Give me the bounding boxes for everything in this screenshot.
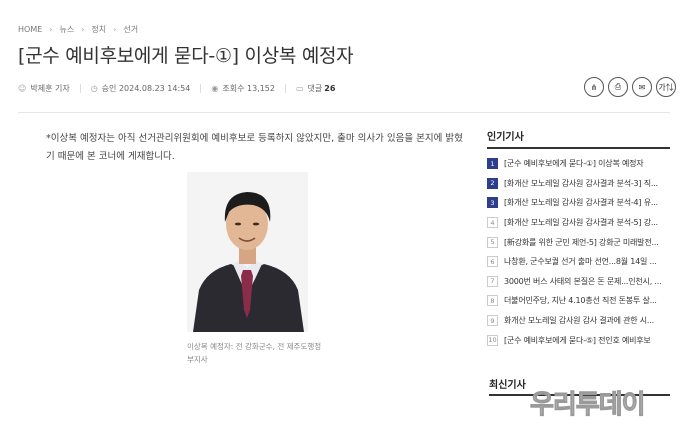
list-item[interactable]: 10 [군수 예비후보에게 묻다-⑤] 전인호 예비후보 (487, 330, 670, 350)
clock-icon: ◷ (90, 84, 98, 93)
rank-badge: 3 (487, 197, 498, 209)
chevron-right-icon: › (49, 25, 53, 34)
article-link[interactable]: [화개산 모노레일 감사원 감사결과 분석-4] 유... (504, 197, 669, 208)
comment-icon: ▭ (295, 84, 304, 93)
article-link[interactable]: 더불어민주당, 지난 4.10총선 직전 돈봉투 살... (504, 295, 669, 306)
list-item[interactable]: 8 더불어민주당, 지난 4.10총선 직전 돈봉투 살... (487, 291, 670, 311)
eye-icon: ◉ (211, 84, 219, 93)
list-item[interactable]: 7 3000번 버스 사태의 본질은 돈 문제...인천시, ... (487, 272, 670, 292)
user-icon: ☺ (18, 84, 27, 93)
list-item[interactable]: 5 [新강화를 위한 군민 제언-5] 강화군 미래발전... (487, 232, 670, 252)
approved-time: 2024.08.23 14:54 (118, 84, 191, 93)
reporter-info: ☺ 박제훈 기자 (18, 83, 70, 94)
candidate-photo (187, 172, 308, 332)
email-button[interactable]: ✉ (632, 77, 652, 97)
list-item[interactable]: 1 [군수 예비후보에게 묻다-①] 이상복 예정자 (487, 154, 670, 174)
print-button[interactable]: ⎙ (608, 77, 628, 97)
views-label: 조회수 (222, 84, 245, 93)
views-info: ◉ 조회수 13,152 (211, 83, 275, 94)
breadcrumb-home[interactable]: HOME (18, 25, 42, 34)
list-item[interactable]: 4 [화개산 모노레일 감사원 감사결과 분석-5] 강... (487, 213, 670, 233)
breadcrumb: HOME › 뉴스 › 정치 › 선거 (18, 24, 138, 35)
rank-badge: 1 (487, 158, 498, 170)
chevron-right-icon: › (113, 25, 117, 34)
photo-caption: 이상복 예정자: 전 강화군수, 전 제주도행정부지사 (187, 342, 322, 364)
rank-badge: 7 (487, 275, 498, 287)
portrait-image (187, 172, 308, 332)
article-link[interactable]: [군수 예비후보에게 묻다-⑤] 전인호 예비후보 (504, 335, 669, 346)
list-item[interactable]: 9 화개산 모노레일 감사원 감사 결과에 관한 시... (487, 311, 670, 331)
comments-count: 26 (324, 84, 336, 93)
article-meta: ☺ 박제훈 기자 ◷ 승인 2024.08.23 14:54 ◉ 조회수 13,… (18, 83, 335, 94)
mail-icon: ✉ (638, 82, 646, 92)
breadcrumb-news[interactable]: 뉴스 (59, 24, 74, 35)
chevron-right-icon: › (81, 25, 85, 34)
article-tools: ⋔ ⎙ ✉ 가⇅ (584, 77, 680, 97)
approved-label: 승인 (101, 84, 117, 93)
list-item[interactable]: 6 나창환, 군수보궐 선거 출마 선언...8월 14일 ... (487, 252, 670, 272)
comments-label: 댓글 (307, 84, 323, 93)
breadcrumb-politics[interactable]: 정치 (91, 24, 106, 35)
popular-articles: 인기기사 1 [군수 예비후보에게 묻다-①] 이상복 예정자 2 [화개산 모노레… (487, 128, 670, 350)
site-watermark: 우리투데이 (530, 390, 647, 421)
font-size-button[interactable]: 가⇅ (656, 77, 676, 97)
popular-heading: 인기기사 (487, 128, 670, 149)
header-divider (18, 112, 670, 113)
rank-badge: 4 (487, 217, 498, 229)
list-item[interactable]: 2 [화개산 모노레일 감사원 감사결과 분석-3] 직... (487, 174, 670, 194)
share-button[interactable]: ⋔ (584, 77, 604, 97)
share-icon: ⋔ (590, 82, 598, 92)
comments-info[interactable]: ▭ 댓글 26 (296, 83, 335, 94)
meta-divider (284, 84, 286, 93)
popular-list: 1 [군수 예비후보에게 묻다-①] 이상복 예정자 2 [화개산 모노레일 감사원… (487, 154, 670, 350)
meta-divider (200, 84, 202, 93)
views-count: 13,152 (246, 84, 275, 93)
list-item[interactable]: 3 [화개산 모노레일 감사원 감사결과 분석-4] 유... (487, 193, 670, 213)
print-icon: ⎙ (614, 82, 622, 91)
rank-badge: 8 (487, 295, 498, 307)
article-link[interactable]: 화개산 모노레일 감사원 감사 결과에 관한 시... (504, 315, 669, 326)
article-link[interactable]: [화개산 모노레일 감사원 감사결과 분석-3] 직... (504, 178, 669, 189)
article-intro: *이상복 예정자는 아직 선거관리위원회에 예비후보로 등록하지 않았지만, 출… (46, 133, 463, 162)
meta-divider (79, 84, 81, 93)
font-size-icon: 가⇅ (658, 82, 674, 92)
rank-badge: 10 (487, 334, 498, 346)
rank-badge: 9 (487, 315, 498, 327)
article-link[interactable]: [화개산 모노레일 감사원 감사결과 분석-5] 강... (504, 217, 669, 228)
rank-badge: 2 (487, 177, 498, 189)
page-title: [군수 예비후보에게 묻다-①] 이상복 예정자 (18, 45, 354, 67)
article-link[interactable]: [新강화를 위한 군민 제언-5] 강화군 미래발전... (504, 237, 669, 248)
article-link[interactable]: 3000번 버스 사태의 본질은 돈 문제...인천시, ... (504, 276, 669, 287)
rank-badge: 6 (487, 256, 498, 268)
article-link[interactable]: [군수 예비후보에게 묻다-①] 이상복 예정자 (504, 158, 669, 169)
rank-badge: 5 (487, 236, 498, 248)
breadcrumb-election[interactable]: 선거 (123, 24, 138, 35)
reporter-name[interactable]: 박제훈 기자 (30, 83, 69, 94)
approved-info: ◷ 승인 2024.08.23 14:54 (91, 83, 191, 94)
article-link[interactable]: 나창환, 군수보궐 선거 출마 선언...8월 14일 ... (504, 256, 669, 267)
